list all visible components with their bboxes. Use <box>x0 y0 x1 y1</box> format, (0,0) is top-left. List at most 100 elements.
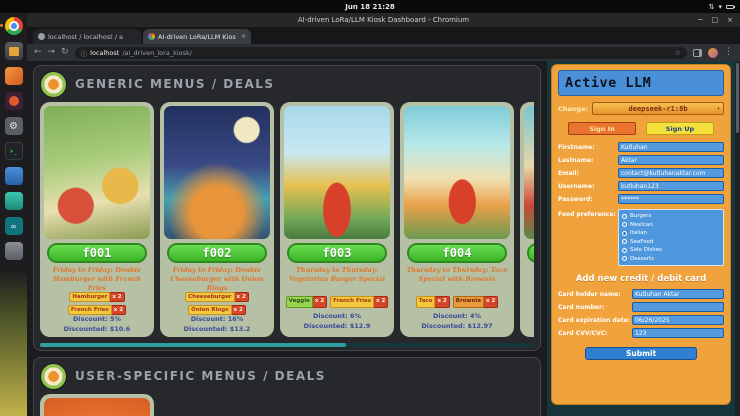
deal-discount: Discount: 16% <box>191 315 244 323</box>
tag-qty: x 2 <box>374 296 388 308</box>
tab-title: AI-driven LoRa/LLM Kios <box>158 33 236 41</box>
llm-model-select[interactable]: deepseek-r1:8b ▾ <box>592 102 724 115</box>
profile-avatar[interactable] <box>708 48 718 58</box>
tag-qty: x 2 <box>484 296 498 308</box>
card-expiry-label: Card expiration date: <box>558 317 632 324</box>
dock-icon-terminal[interactable]: >_ <box>5 142 23 160</box>
tag-label: Taco <box>416 296 436 308</box>
bookmark-star-icon[interactable]: ☆ <box>675 49 681 57</box>
radio-icon[interactable] <box>622 248 627 253</box>
tab-favicon <box>38 33 45 40</box>
tab-localhost[interactable]: localhost / localhost / a <box>33 29 141 44</box>
page-content: GENERIC MENUS / DEALS f001 Friday to Fri… <box>27 61 740 416</box>
tag-label: French Fries <box>330 296 374 308</box>
tag-label: Hamburger <box>69 292 110 302</box>
submit-button[interactable]: Submit <box>585 347 697 360</box>
food-option-italian[interactable]: Italian <box>622 229 720 238</box>
cards-horizontal-scrollbar[interactable] <box>40 343 534 347</box>
scrollbar-thumb[interactable] <box>40 343 346 347</box>
deal-card-carousel[interactable]: f001 Friday to Friday: Double Hamburger … <box>40 102 534 339</box>
system-top-bar: Jun 18 21:28 ⇅ ▾ <box>0 0 740 13</box>
username-input[interactable]: kutluhan123 <box>618 181 724 191</box>
food-option-side-dishes[interactable]: Side Dishes <box>622 246 720 255</box>
kiosk-main: GENERIC MENUS / DEALS f001 Friday to Fri… <box>27 61 547 416</box>
clock[interactable]: Jun 18 21:28 <box>345 3 394 11</box>
deal-tags: Veggiex 2 French Friesx 2 <box>286 296 389 308</box>
user-section-header: USER-SPECIFIC MENUS / DEALS <box>40 361 534 391</box>
close-icon[interactable]: × <box>727 16 733 24</box>
maximize-icon[interactable]: □ <box>712 16 719 24</box>
email-input[interactable]: contact@kutluhanaktar.com <box>618 168 724 178</box>
tab-favicon <box>148 33 155 40</box>
reload-icon[interactable]: ↻ <box>61 48 69 57</box>
food-option-burgers[interactable]: Burgers <box>622 212 720 221</box>
radio-icon[interactable] <box>622 239 627 244</box>
menu-kebab-icon[interactable]: ⋮ <box>724 48 733 57</box>
deal-card-f004[interactable]: f004 Thursday to Thursday: Taco Special … <box>400 102 514 337</box>
tab-kiosk-dashboard[interactable]: AI-driven LoRa/LLM Kios × <box>143 29 251 44</box>
food-option-seafood[interactable]: SeaFood <box>622 238 720 247</box>
radio-icon[interactable] <box>622 214 627 219</box>
dock-icon-software-store[interactable] <box>5 67 23 85</box>
deal-code-button[interactable]: f003 <box>287 243 387 263</box>
add-card-title: Add new credit / debit card <box>558 274 724 284</box>
card-holder-input[interactable]: Kutluhan Aktar <box>632 289 724 299</box>
radio-icon-selected[interactable] <box>622 231 627 236</box>
deal-code-button[interactable]: f001 <box>47 243 147 263</box>
window-titlebar[interactable]: AI-driven LoRa/LLM Kiosk Dashboard - Chr… <box>27 13 740 27</box>
tag-qty: x 2 <box>112 305 126 315</box>
password-input[interactable]: ****** <box>618 194 724 204</box>
deal-tags: Hamburgerx 2 French Friesx 2 <box>44 292 150 311</box>
food-option-desserts[interactable]: Desserts <box>622 255 720 264</box>
deal-code-button[interactable]: f002 <box>167 243 267 263</box>
back-icon[interactable]: ← <box>34 48 42 57</box>
dock-icon-text-editor[interactable] <box>5 167 23 185</box>
dock-icon-chromium[interactable] <box>5 17 23 35</box>
card-cvc-input[interactable]: 123 <box>632 328 724 338</box>
address-bar[interactable]: ⓘ localhost /ai_driven_lora_kiosk/ ☆ <box>75 47 687 59</box>
sign-in-button[interactable]: Sign In <box>568 122 636 135</box>
dock-icon-files[interactable] <box>5 42 23 60</box>
dock-icon-trash[interactable] <box>5 242 23 260</box>
deal-description: Thursday to Thursday: Vegetarian Burger … <box>284 266 390 296</box>
user-deal-card[interactable] <box>40 394 154 416</box>
deal-illustration <box>524 106 534 239</box>
deal-card-f001[interactable]: f001 Friday to Friday: Double Hamburger … <box>40 102 154 337</box>
deal-price: Discounted: $13.2 <box>184 325 251 333</box>
close-tab-icon[interactable]: × <box>241 33 246 40</box>
side-panel-icon[interactable] <box>693 49 702 57</box>
user-deal-card-carousel[interactable] <box>40 394 534 416</box>
dock-icon-ubuntu[interactable] <box>5 92 23 110</box>
deal-code-button[interactable]: f004 <box>407 243 507 263</box>
radio-icon[interactable] <box>622 222 627 227</box>
tag-qty: x 2 <box>232 305 246 315</box>
minimize-icon[interactable]: ─ <box>698 16 702 24</box>
deal-card-f003[interactable]: f003 Thursday to Thursday: Vegetarian Bu… <box>280 102 394 337</box>
tray-caret-icon: ▾ <box>718 3 722 11</box>
forward-icon[interactable]: → <box>48 48 56 57</box>
sign-up-button[interactable]: Sign Up <box>646 122 714 135</box>
food-option-mexican[interactable]: Mexican <box>622 221 720 230</box>
username-label: Username: <box>558 183 618 190</box>
site-info-icon[interactable]: ⓘ <box>81 48 88 58</box>
deal-illustration <box>44 398 150 416</box>
window-title: AI-driven LoRa/LLM Kiosk Dashboard - Chr… <box>298 16 469 24</box>
email-label: Email: <box>558 170 618 177</box>
scrollbar-thumb[interactable] <box>736 63 739 133</box>
card-cvc-label: Card CVV/CVC: <box>558 330 632 337</box>
deal-code-button[interactable]: f005 <box>527 243 534 263</box>
system-tray[interactable]: ⇅ ▾ <box>709 0 734 13</box>
dock-icon-arduino-ide[interactable]: ∞ <box>5 217 23 235</box>
dock-icon-settings[interactable]: ⚙ <box>5 117 23 135</box>
dock-icon-media-player[interactable] <box>5 192 23 210</box>
card-number-input[interactable] <box>632 302 724 312</box>
lastname-input[interactable]: Aktar <box>618 155 724 165</box>
deal-card-f005[interactable]: f005 Thursday to Thursday: Burrito Speci… <box>520 102 534 337</box>
deal-description: Friday to Friday: Double Hamburger with … <box>44 266 150 292</box>
tag-label: Brownie <box>453 296 484 308</box>
radio-icon[interactable] <box>622 256 627 261</box>
firstname-input[interactable]: Kutluhan <box>618 142 724 152</box>
page-scrollbar[interactable] <box>735 61 740 416</box>
deal-card-f002[interactable]: f002 Friday to Friday: Double Cheeseburg… <box>160 102 274 337</box>
card-expiry-input[interactable]: 06/26/2025 <box>632 315 724 325</box>
